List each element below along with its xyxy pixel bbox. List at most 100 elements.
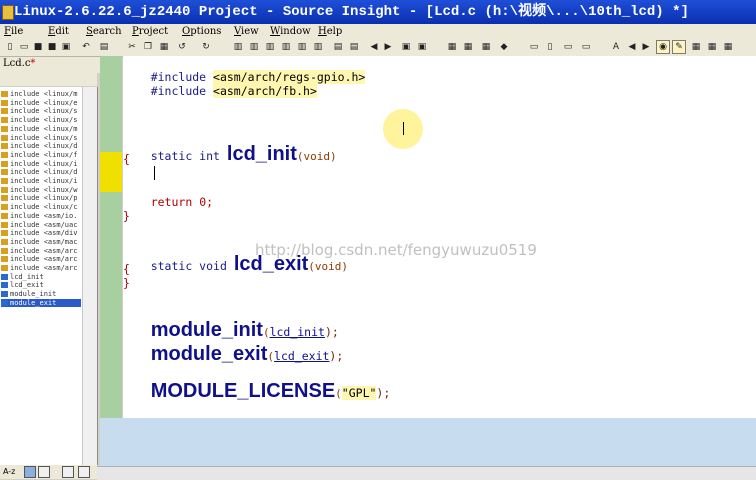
symbol-item[interactable]: include <asm/uac — [1, 221, 81, 229]
symbol-label: include <linux/c — [10, 203, 78, 212]
close-file-icon[interactable]: ▣ — [60, 41, 72, 53]
menu-project[interactable]: Project — [130, 24, 170, 39]
replace-icon[interactable]: ▥ — [296, 41, 308, 53]
print-icon[interactable]: ▤ — [98, 41, 110, 53]
menu-options[interactable]: Options — [180, 24, 223, 39]
symbol-label: include <linux/e — [10, 98, 78, 107]
cut-icon[interactable]: ✂ — [126, 41, 138, 53]
filter-icon[interactable] — [38, 466, 50, 478]
symbol-item[interactable]: include <linux/i — [1, 160, 81, 168]
options-icon[interactable] — [62, 466, 74, 478]
symbol-item[interactable]: include <linux/e — [1, 99, 81, 107]
jump-icon[interactable]: ▣ — [400, 41, 412, 53]
symbol-item[interactable]: module_exit — [1, 298, 81, 307]
symbol-item[interactable]: include <asm/mac — [1, 238, 81, 246]
save-icon[interactable]: ■ — [32, 41, 44, 53]
return-keyword: return — [150, 195, 193, 209]
symbol-item[interactable]: include <linux/i — [1, 177, 81, 185]
include-icon — [1, 238, 8, 245]
undo-icon[interactable]: ↶ — [80, 41, 92, 53]
include-icon — [1, 91, 8, 97]
tile-horizontal-icon[interactable]: ▭ — [528, 41, 540, 53]
menu-edit[interactable]: Edit — [46, 24, 71, 39]
split-icon[interactable]: ▭ — [580, 41, 592, 53]
context-window-icon[interactable]: ▦ — [462, 41, 474, 53]
letter-icon[interactable]: A — [610, 41, 622, 53]
symbol-item[interactable]: include <linux/m — [1, 125, 81, 133]
bookmark-list-icon[interactable]: ▤ — [348, 41, 360, 53]
menu-file[interactable]: File — [2, 24, 25, 39]
paste-icon[interactable]: ▦ — [158, 41, 170, 53]
lookup-icon[interactable]: ▥ — [312, 41, 324, 53]
sort-type-icon[interactable] — [24, 466, 36, 478]
highlight-toggle-icon[interactable]: ◉ — [656, 40, 670, 54]
include-icon — [1, 160, 8, 167]
cascade-icon[interactable]: ▭ — [562, 41, 574, 53]
symbol-item[interactable]: include <linux/m — [1, 90, 81, 98]
bookmark-icon[interactable]: ▤ — [332, 41, 344, 53]
symbol-item[interactable]: include <linux/s — [1, 116, 81, 124]
jump-back-icon[interactable]: ▣ — [416, 41, 428, 53]
symbol-window-icon[interactable]: ▦ — [446, 41, 458, 53]
copy-icon[interactable]: ❐ — [142, 41, 154, 53]
new-file-icon[interactable]: ▯ — [4, 41, 16, 53]
include-icon — [1, 195, 8, 202]
symbol-item[interactable]: include <asm/io. — [1, 212, 81, 220]
symbol-item[interactable]: include <linux/s — [1, 134, 81, 142]
symbol-item[interactable]: include <asm/arc — [1, 264, 81, 272]
find-next-icon[interactable]: ▥ — [248, 41, 260, 53]
redo-arrow-icon[interactable]: ↻ — [200, 41, 212, 53]
relation-window-icon[interactable]: ▦ — [480, 41, 492, 53]
menu-window[interactable]: Window — [268, 24, 313, 39]
file-tab[interactable]: Lcd.c* — [1, 58, 37, 72]
symbol-item[interactable]: include <linux/s — [1, 107, 81, 115]
sync-icon[interactable]: ◆ — [498, 41, 510, 53]
symbol-label: include <linux/p — [10, 194, 78, 203]
sort-button[interactable]: A-z — [3, 467, 15, 476]
next-icon[interactable]: ▶ — [640, 41, 652, 53]
symbol-item[interactable]: module_init — [1, 290, 81, 298]
symbol-item[interactable]: include <asm/arc — [1, 247, 81, 255]
function-icon — [1, 291, 8, 298]
module-exit-arg[interactable]: lcd_exit — [274, 349, 329, 363]
menu-search[interactable]: Search — [84, 24, 124, 39]
find-icon[interactable]: ▥ — [232, 41, 244, 53]
symbol-window-footer: A-z — [0, 465, 97, 479]
symbol-item[interactable]: include <linux/w — [1, 186, 81, 194]
module-exit-close: ); — [329, 349, 344, 363]
line-gutter — [100, 56, 122, 418]
align-icon[interactable]: ▦ — [706, 41, 718, 53]
editor-empty-area — [100, 418, 756, 468]
prev-icon[interactable]: ◀ — [626, 41, 638, 53]
symbol-item[interactable]: include <linux/d — [1, 142, 81, 150]
symbol-item[interactable]: lcd_exit — [1, 281, 81, 289]
symbol-item[interactable]: lcd_init — [1, 273, 81, 281]
tile-vertical-icon[interactable]: ▯ — [544, 41, 556, 53]
lcd-init-name: lcd_init — [226, 143, 297, 165]
search-files-icon[interactable]: ▥ — [280, 41, 292, 53]
menu-view[interactable]: View — [232, 24, 261, 39]
layout-icon[interactable]: ▦ — [690, 41, 702, 53]
open-folder-icon[interactable]: ▭ — [18, 41, 30, 53]
symbol-label: module_init — [10, 290, 57, 299]
app-icon — [2, 5, 14, 20]
symbol-item[interactable]: include <linux/d — [1, 168, 81, 176]
code-editor[interactable]: #include <asm/arch/regs-gpio.h> #include… — [123, 56, 756, 418]
save-all-icon[interactable]: ■ — [46, 41, 58, 53]
symbol-item[interactable]: include <linux/c — [1, 203, 81, 211]
include-icon — [1, 221, 8, 228]
menu-help[interactable]: Help — [316, 24, 344, 39]
symbol-item[interactable]: include <asm/div — [1, 229, 81, 237]
find-prev-icon[interactable]: ▥ — [264, 41, 276, 53]
symbol-item[interactable]: include <linux/p — [1, 194, 81, 202]
pen-toggle-icon[interactable]: ✎ — [672, 40, 686, 54]
symbol-item[interactable]: include <asm/arc — [1, 255, 81, 263]
undo-arrow-icon[interactable]: ↺ — [176, 41, 188, 53]
symbol-item[interactable]: include <linux/f — [1, 151, 81, 159]
forward-arrow-icon[interactable]: ▶ — [382, 41, 394, 53]
symbol-scrollbar[interactable] — [82, 87, 97, 465]
back-arrow-icon[interactable]: ◀ — [368, 41, 380, 53]
include-icon — [1, 256, 8, 263]
refresh-icon[interactable] — [78, 466, 90, 478]
settings-icon[interactable]: ▦ — [722, 41, 734, 53]
